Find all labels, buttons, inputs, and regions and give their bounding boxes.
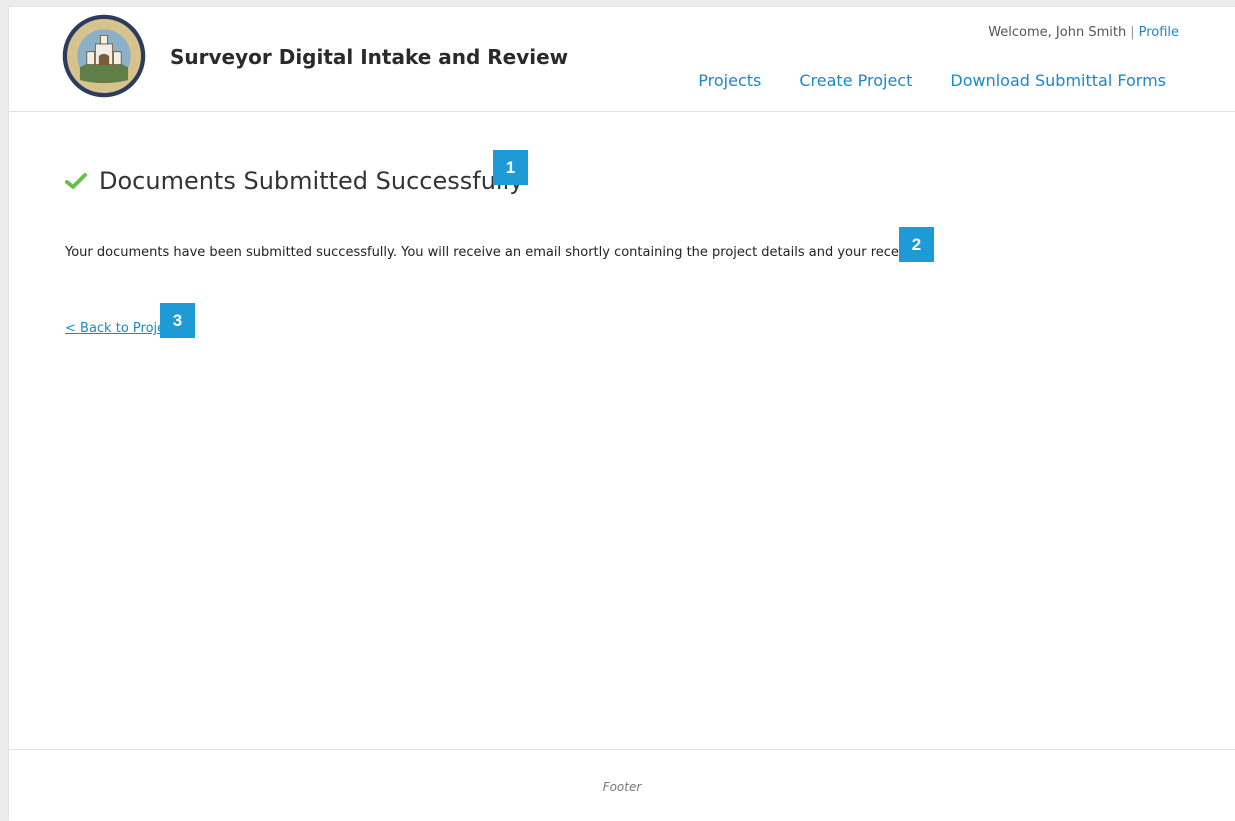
annotation-marker-3: 3 xyxy=(160,303,195,338)
header: Surveyor Digital Intake and Review Welco… xyxy=(9,7,1235,112)
welcome-text: Welcome, John Smith xyxy=(988,25,1127,40)
footer: Footer xyxy=(9,749,1235,821)
nav-projects[interactable]: Projects xyxy=(698,71,761,90)
success-heading: Documents Submitted Successfully xyxy=(65,167,523,195)
success-message: Your documents have been submitted succe… xyxy=(65,245,903,260)
page: Surveyor Digital Intake and Review Welco… xyxy=(8,6,1235,821)
check-icon xyxy=(65,173,87,189)
profile-link[interactable]: Profile xyxy=(1139,25,1179,40)
nav-create-project[interactable]: Create Project xyxy=(799,71,912,90)
annotation-marker-1: 1 xyxy=(493,150,528,185)
back-to-projects-link[interactable]: < Back to Proje xyxy=(65,321,165,336)
footer-text: Footer xyxy=(602,780,642,794)
nav-download-submittal-forms[interactable]: Download Submittal Forms xyxy=(950,71,1166,90)
welcome-separator: | xyxy=(1130,25,1135,40)
user-welcome: Welcome, John Smith | Profile xyxy=(988,25,1179,40)
app-title: Surveyor Digital Intake and Review xyxy=(170,45,569,69)
page-title: Documents Submitted Successfully xyxy=(99,167,524,195)
annotation-marker-2: 2 xyxy=(899,227,934,262)
county-seal-logo xyxy=(62,14,146,98)
main-nav: Projects Create Project Download Submitt… xyxy=(698,71,1166,90)
